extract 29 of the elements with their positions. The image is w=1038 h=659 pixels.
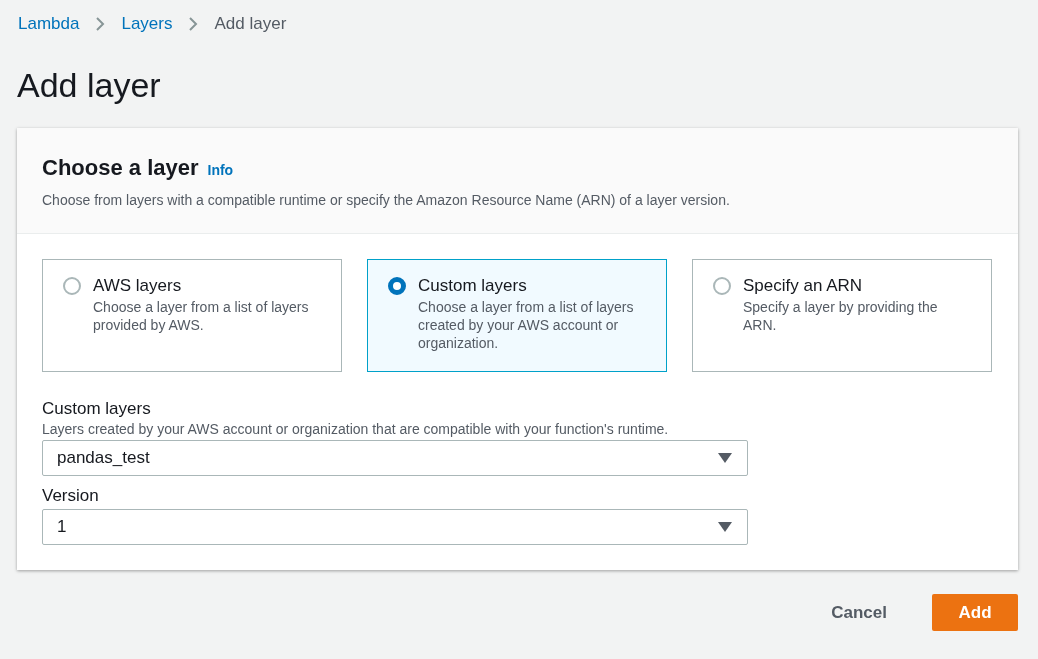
radio-tile[interactable]: Specify an ARN Specify a layer by providing the ARN.	[692, 259, 992, 372]
radio-button[interactable]	[713, 277, 731, 295]
select-field[interactable]: 1	[42, 509, 748, 545]
option-description: Specify a layer by providing the ARN.	[743, 298, 939, 334]
cancel-button[interactable]: Cancel	[811, 594, 907, 631]
breadcrumb-current: Add layer	[214, 13, 287, 36]
field-description: Layers created by your AWS account or organization that are compatible with your function's runtime.	[42, 420, 670, 438]
select-field[interactable]: pandas_test	[42, 440, 748, 476]
caret-icon	[718, 522, 732, 532]
radio-tile[interactable]: AWS layers Choose a layer from a list of layers provided by AWS.	[42, 259, 342, 372]
field-label: Version	[42, 485, 100, 507]
option-description: Choose a layer from a list of layers created by your AWS account or organization.	[418, 298, 635, 352]
radio-button[interactable]	[63, 277, 81, 295]
panel-title: Choose a layer	[42, 154, 199, 182]
breadcrumb-link[interactable]: Layers	[121, 11, 173, 37]
option-label: Specify an ARN	[743, 275, 864, 297]
option-description: Choose a layer from a list of layers provided by AWS.	[93, 298, 310, 334]
field-label: Custom layers	[42, 398, 152, 420]
option-label: Custom layers	[418, 275, 528, 297]
radio-button[interactable]	[388, 277, 406, 295]
chevron-icon	[188, 16, 199, 32]
chevron-icon	[95, 16, 106, 32]
info-link[interactable]: Info	[207, 160, 234, 181]
option-label: AWS layers	[93, 275, 183, 297]
page-title: Add layer	[17, 65, 162, 106]
breadcrumb-link[interactable]: Lambda	[18, 11, 80, 37]
caret-icon	[718, 453, 732, 463]
panel-description: Choose from layers with a compatible runtime or specify the Amazon Resource Name (ARN) of a layer version.	[42, 191, 731, 210]
radio-tile[interactable]: Custom layers Choose a layer from a list of layers created by your AWS account or organization.	[367, 259, 667, 372]
